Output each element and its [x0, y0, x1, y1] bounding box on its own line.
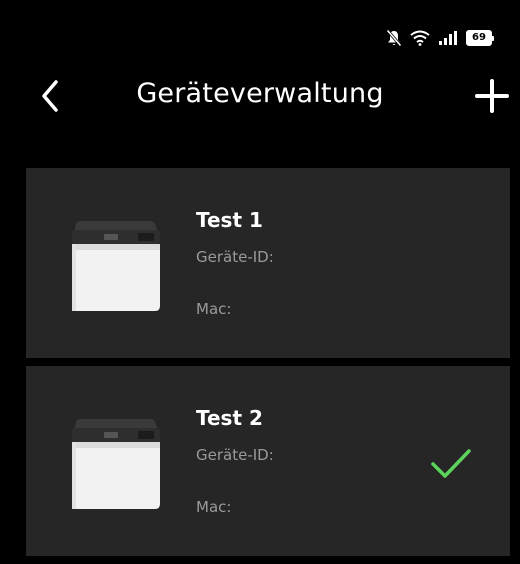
device-image [72, 419, 160, 509]
plus-icon [475, 79, 509, 113]
device-id-label: Geräte-ID: [196, 446, 274, 464]
device-name: Test 1 [196, 208, 263, 232]
wifi-icon [410, 30, 430, 46]
battery-icon: 69 [466, 30, 494, 46]
battery-level: 69 [472, 32, 486, 43]
mute-icon [386, 29, 402, 47]
device-mac-label: Mac: [196, 300, 232, 318]
add-device-button[interactable] [472, 76, 512, 116]
status-bar: 69 [386, 28, 494, 48]
device-name: Test 2 [196, 406, 263, 430]
device-mac-label: Mac: [196, 498, 232, 516]
page-title: Geräteverwaltung [136, 78, 384, 109]
device-id-label: Geräte-ID: [196, 248, 274, 266]
device-card[interactable]: Test 1 Geräte-ID: Mac: [26, 168, 510, 358]
device-image [72, 221, 160, 311]
check-icon [431, 449, 471, 478]
header: Geräteverwaltung [0, 64, 520, 124]
device-card[interactable]: Test 2 Geräte-ID: Mac: [26, 366, 510, 556]
device-list: Test 1 Geräte-ID: Mac: Test 2 Geräte-ID:… [26, 168, 510, 564]
signal-icon [438, 30, 458, 46]
